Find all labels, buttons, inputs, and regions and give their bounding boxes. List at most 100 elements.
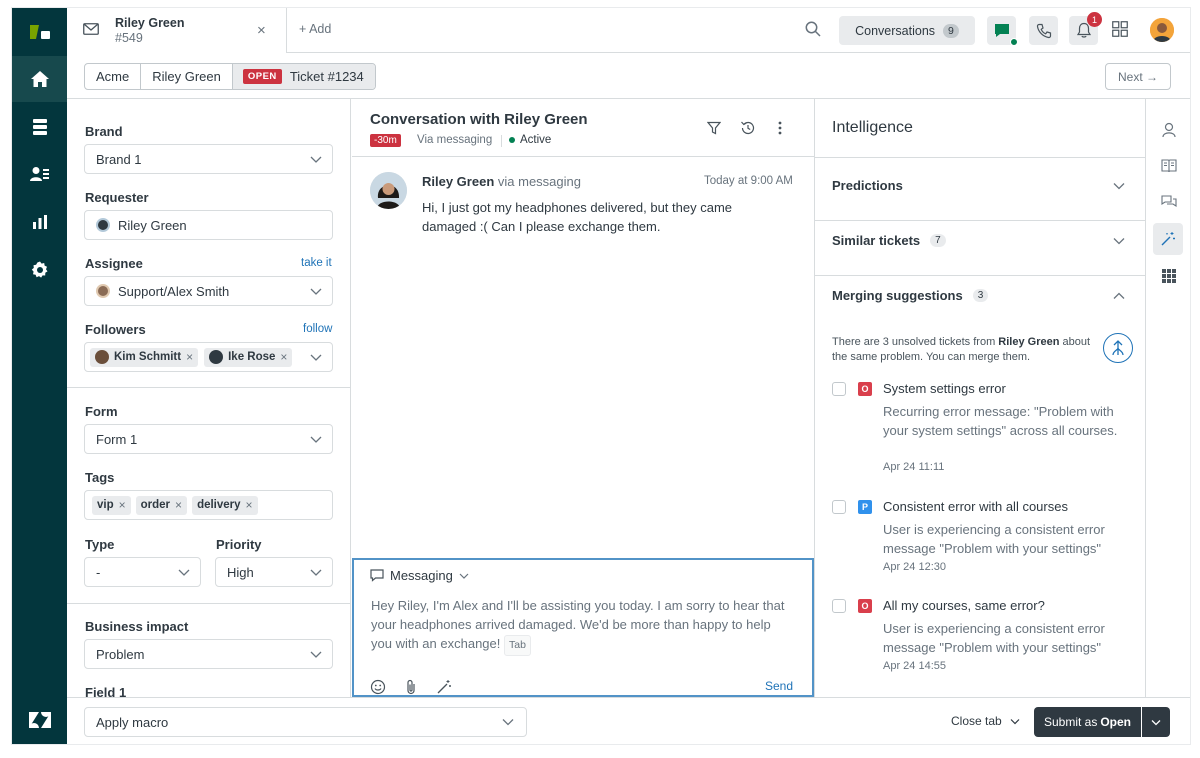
merging-description: There are 3 unsolved tickets from Riley …	[832, 335, 1092, 365]
more-options-icon[interactable]	[778, 121, 782, 135]
follower-name: Kim Schmitt	[114, 351, 182, 363]
chevron-down-icon[interactable]	[1113, 182, 1125, 190]
suggestion-title[interactable]: Consistent error with all courses	[883, 499, 1068, 514]
priority-select[interactable]: High	[215, 557, 333, 587]
suggestion-description: Recurring error message: "Problem with y…	[883, 404, 1118, 438]
chevron-down-icon[interactable]	[1113, 237, 1125, 245]
similar-tickets-section-toggle[interactable]: Similar tickets 7	[832, 233, 946, 248]
type-select[interactable]: -	[84, 557, 201, 587]
knowledge-book-icon[interactable]	[1146, 150, 1190, 182]
apps-grid-icon[interactable]	[1112, 21, 1128, 37]
business-impact-select[interactable]: Problem	[84, 639, 333, 669]
followers-field[interactable]: Kim Schmitt × Ike Rose ×	[84, 342, 333, 372]
suggestion-title[interactable]: System settings error	[883, 381, 1006, 396]
reporting-icon[interactable]	[12, 199, 67, 245]
context-rail	[1145, 99, 1190, 697]
requester-field[interactable]: Riley Green	[84, 210, 333, 240]
sender-avatar	[370, 172, 407, 209]
business-impact-label: Business impact	[85, 619, 189, 634]
requester-label: Requester	[85, 190, 149, 205]
chevron-down-icon	[178, 569, 190, 576]
search-icon[interactable]	[805, 21, 821, 37]
divider	[815, 220, 1145, 221]
tag-pill[interactable]: order ×	[135, 495, 188, 515]
phone-button[interactable]	[1029, 16, 1058, 45]
merging-suggestions-section-toggle[interactable]: Merging suggestions 3	[832, 288, 989, 303]
zendesk-logo-icon[interactable]	[12, 696, 67, 744]
next-button[interactable]: Next →	[1105, 63, 1171, 90]
similar-tickets-label: Similar tickets	[832, 233, 921, 248]
apps-icon[interactable]	[1146, 260, 1190, 292]
conversations-button[interactable]: Conversations 9	[839, 16, 975, 45]
suggestion-checkbox[interactable]	[832, 599, 846, 613]
merging-suggestions-count: 3	[972, 289, 989, 302]
suggestion-checkbox[interactable]	[832, 500, 846, 514]
notifications-badge: 1	[1087, 12, 1102, 27]
chevron-up-icon[interactable]	[1113, 292, 1125, 300]
assignee-select[interactable]: Support/Alex Smith	[84, 276, 333, 306]
remove-tag-icon[interactable]: ×	[246, 498, 253, 512]
messaging-icon	[370, 569, 384, 582]
remove-tag-icon[interactable]: ×	[175, 498, 182, 512]
customers-icon[interactable]	[12, 151, 67, 197]
history-icon[interactable]	[740, 120, 756, 136]
assignee-value: Support/Alex Smith	[118, 283, 230, 299]
take-it-link[interactable]: take it	[301, 257, 332, 269]
magic-wand-icon[interactable]	[436, 679, 452, 695]
merge-button[interactable]	[1103, 333, 1133, 363]
breadcrumb-requester[interactable]: Riley Green	[141, 64, 233, 89]
attachment-icon[interactable]	[405, 679, 417, 695]
intelligence-panel: Intelligence Predictions Similar tickets…	[814, 99, 1145, 697]
breadcrumb-organization[interactable]: Acme	[85, 64, 142, 89]
submit-options-button[interactable]	[1142, 707, 1170, 737]
follow-link[interactable]: follow	[303, 323, 332, 335]
tab-title: Riley Green	[115, 16, 185, 30]
follower-pill[interactable]: Ike Rose ×	[204, 347, 293, 367]
remove-follower-icon[interactable]: ×	[280, 350, 287, 364]
tag-pill[interactable]: delivery ×	[192, 495, 258, 515]
requester-value: Riley Green	[118, 217, 187, 233]
tags-field[interactable]: vip × order × delivery ×	[84, 490, 333, 520]
chat-status-button[interactable]	[987, 16, 1018, 46]
add-tab-button[interactable]: + Add	[299, 22, 331, 36]
notifications-button[interactable]: 1	[1069, 12, 1102, 45]
predictions-section-toggle[interactable]: Predictions	[832, 178, 903, 193]
conversation-header: Conversation with Riley Green -30m Via m…	[352, 99, 814, 157]
send-button[interactable]: Send	[765, 679, 793, 693]
chevron-down-icon	[310, 156, 322, 163]
settings-gear-icon[interactable]	[12, 247, 67, 293]
tag-pill[interactable]: vip ×	[92, 495, 131, 515]
follower-pill[interactable]: Kim Schmitt ×	[90, 347, 199, 367]
close-tab-dropdown[interactable]: Close tab	[951, 714, 1020, 728]
close-tab-label: Close tab	[951, 714, 1002, 728]
channel-name: Messaging	[390, 568, 453, 583]
submit-button[interactable]: Submit as Open	[1034, 707, 1141, 737]
views-icon[interactable]	[12, 104, 67, 150]
remove-follower-icon[interactable]: ×	[186, 350, 193, 364]
suggestion-title[interactable]: All my courses, same error?	[883, 598, 1045, 613]
brand-select[interactable]: Brand 1	[84, 144, 333, 174]
customer-context-icon[interactable]	[1146, 114, 1190, 146]
merge-icon	[1112, 340, 1124, 356]
reply-textarea[interactable]: Hey Riley, I'm Alex and I'll be assistin…	[371, 596, 791, 656]
status-badge: O	[858, 382, 872, 396]
divider	[67, 603, 350, 604]
intelligence-wand-icon[interactable]	[1153, 223, 1183, 255]
user-avatar[interactable]	[1150, 18, 1174, 42]
reply-composer[interactable]: Messaging Hey Riley, I'm Alex and I'll b…	[352, 558, 814, 697]
apply-macro-select[interactable]: Apply macro	[84, 707, 527, 737]
remove-tag-icon[interactable]: ×	[119, 498, 126, 512]
emoji-icon[interactable]	[370, 679, 386, 695]
product-logo[interactable]	[12, 8, 67, 56]
ticket-tab[interactable]: Riley Green #549 ×	[67, 8, 287, 53]
suggestion-date: Apr 24 11:11	[883, 461, 945, 473]
conversations-context-icon[interactable]	[1146, 186, 1190, 218]
form-select[interactable]: Form 1	[84, 424, 333, 454]
breadcrumb-ticket[interactable]: OPEN Ticket #1234	[232, 64, 375, 89]
status-text: Active	[520, 134, 552, 146]
home-icon[interactable]	[12, 56, 67, 102]
filter-icon[interactable]	[707, 121, 721, 135]
channel-switcher[interactable]: Messaging	[370, 568, 469, 583]
close-tab-icon[interactable]: ×	[257, 22, 266, 39]
suggestion-checkbox[interactable]	[832, 382, 846, 396]
